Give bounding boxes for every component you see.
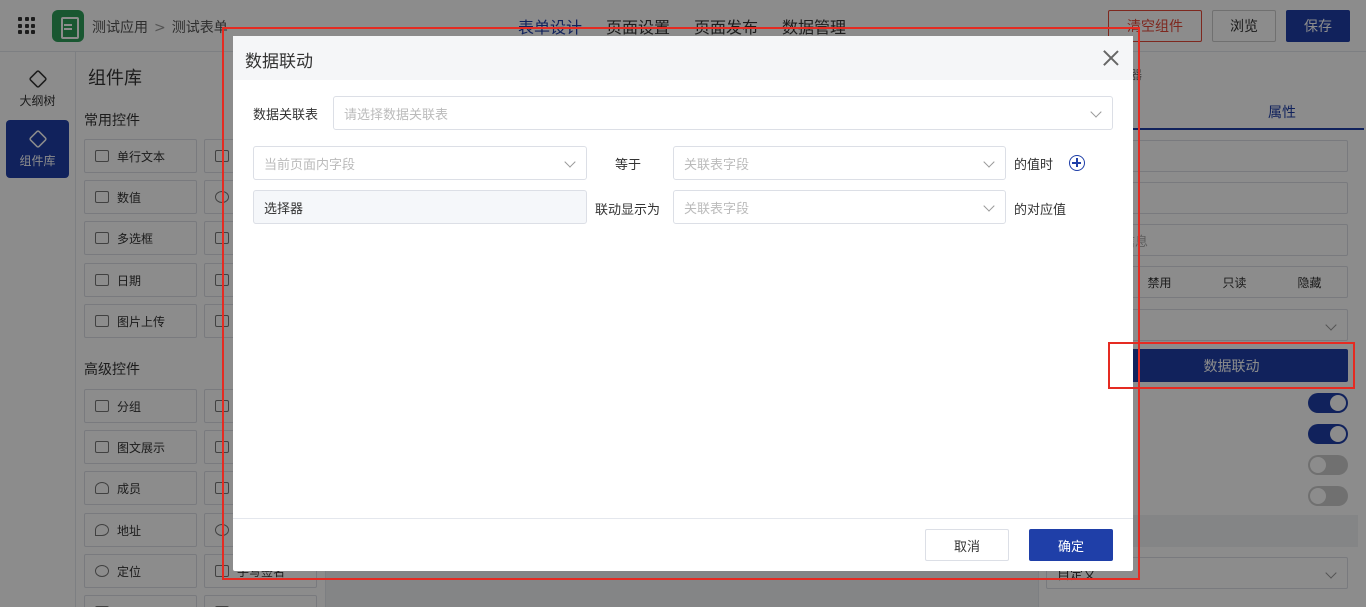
confirm-button[interactable]: 确定	[1029, 529, 1113, 561]
corresponding-label: 的对应值	[1014, 203, 1067, 218]
data-link-dialog: 数据联动 数据关联表 请选择数据关联表 当前页面内字段 等于 关联表字段 的值时…	[233, 36, 1133, 571]
chevron-down-icon	[1090, 106, 1102, 118]
linked-field-select[interactable]: 关联表字段	[673, 146, 1006, 180]
close-icon[interactable]	[1101, 48, 1121, 68]
dialog-header: 数据联动	[233, 36, 1133, 80]
cancel-button[interactable]: 取消	[925, 529, 1009, 561]
data-table-select[interactable]: 请选择数据关联表	[333, 96, 1113, 130]
display-as-label: 联动显示为	[595, 203, 661, 218]
equals-label: 等于	[615, 158, 642, 173]
target-field-display: 选择器	[253, 190, 587, 224]
when-label: 的值时	[1014, 158, 1054, 173]
select-placeholder: 关联表字段	[684, 157, 750, 173]
dialog-title: 数据联动	[245, 52, 313, 72]
current-field-select[interactable]: 当前页面内字段	[253, 146, 587, 180]
chevron-down-icon	[983, 200, 995, 212]
select-placeholder: 当前页面内字段	[264, 157, 356, 173]
linked-field-select-2[interactable]: 关联表字段	[673, 190, 1006, 224]
chevron-down-icon	[564, 156, 576, 168]
select-placeholder: 请选择数据关联表	[344, 107, 449, 123]
select-placeholder: 关联表字段	[684, 201, 750, 217]
chevron-down-icon	[983, 156, 995, 168]
table-label: 数据关联表	[253, 108, 319, 123]
target-field-value: 选择器	[264, 201, 304, 217]
dialog-footer-divider	[233, 518, 1133, 519]
add-condition-icon[interactable]	[1069, 155, 1085, 171]
